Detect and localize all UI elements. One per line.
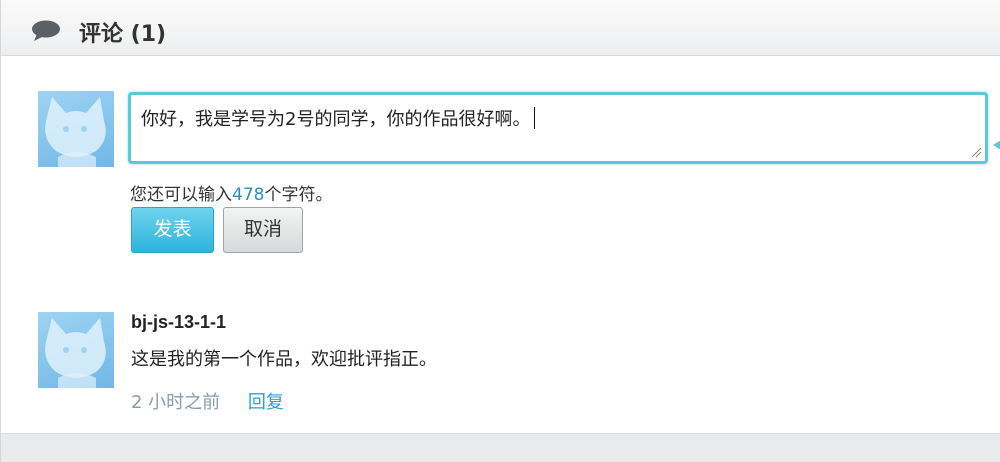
comment-textarea[interactable]: 你好，我是学号为2号的同学，你的作品很好啊。 xyxy=(128,92,988,164)
panel-footer xyxy=(1,433,1000,462)
text-caret xyxy=(534,107,536,129)
remaining-count: 478 xyxy=(232,185,265,205)
comment-timestamp: 2 小时之前 xyxy=(131,392,221,413)
cancel-button[interactable]: 取消 xyxy=(223,207,303,253)
comments-title: 评论 (1) xyxy=(79,22,167,47)
comment-meta: 2 小时之前 回复 xyxy=(131,388,284,414)
current-user-avatar xyxy=(38,91,114,167)
comment-author-avatar xyxy=(38,312,114,388)
resize-grip-icon[interactable] xyxy=(970,146,982,158)
cat-avatar-icon xyxy=(45,97,106,167)
comments-panel: 评论 (1) 你好，我是学号为2号的同学，你的作品很好啊。 您还可以输入478个… xyxy=(0,0,1000,462)
pointer-arrow-icon xyxy=(993,140,1000,150)
cat-avatar-icon xyxy=(45,318,106,388)
remaining-characters: 您还可以输入478个字符。 xyxy=(130,185,333,205)
comment-body: 这是我的第一个作品，欢迎批评指正。 xyxy=(131,349,437,370)
reply-link[interactable]: 回复 xyxy=(248,392,284,413)
publish-button[interactable]: 发表 xyxy=(131,207,214,253)
speech-bubble-icon xyxy=(32,20,60,41)
comment-input-text: 你好，我是学号为2号的同学，你的作品很好啊。 xyxy=(141,105,536,131)
comment-author-name[interactable]: bj-js-13-1-1 xyxy=(131,312,226,333)
comments-header: 评论 (1) xyxy=(1,0,1000,56)
